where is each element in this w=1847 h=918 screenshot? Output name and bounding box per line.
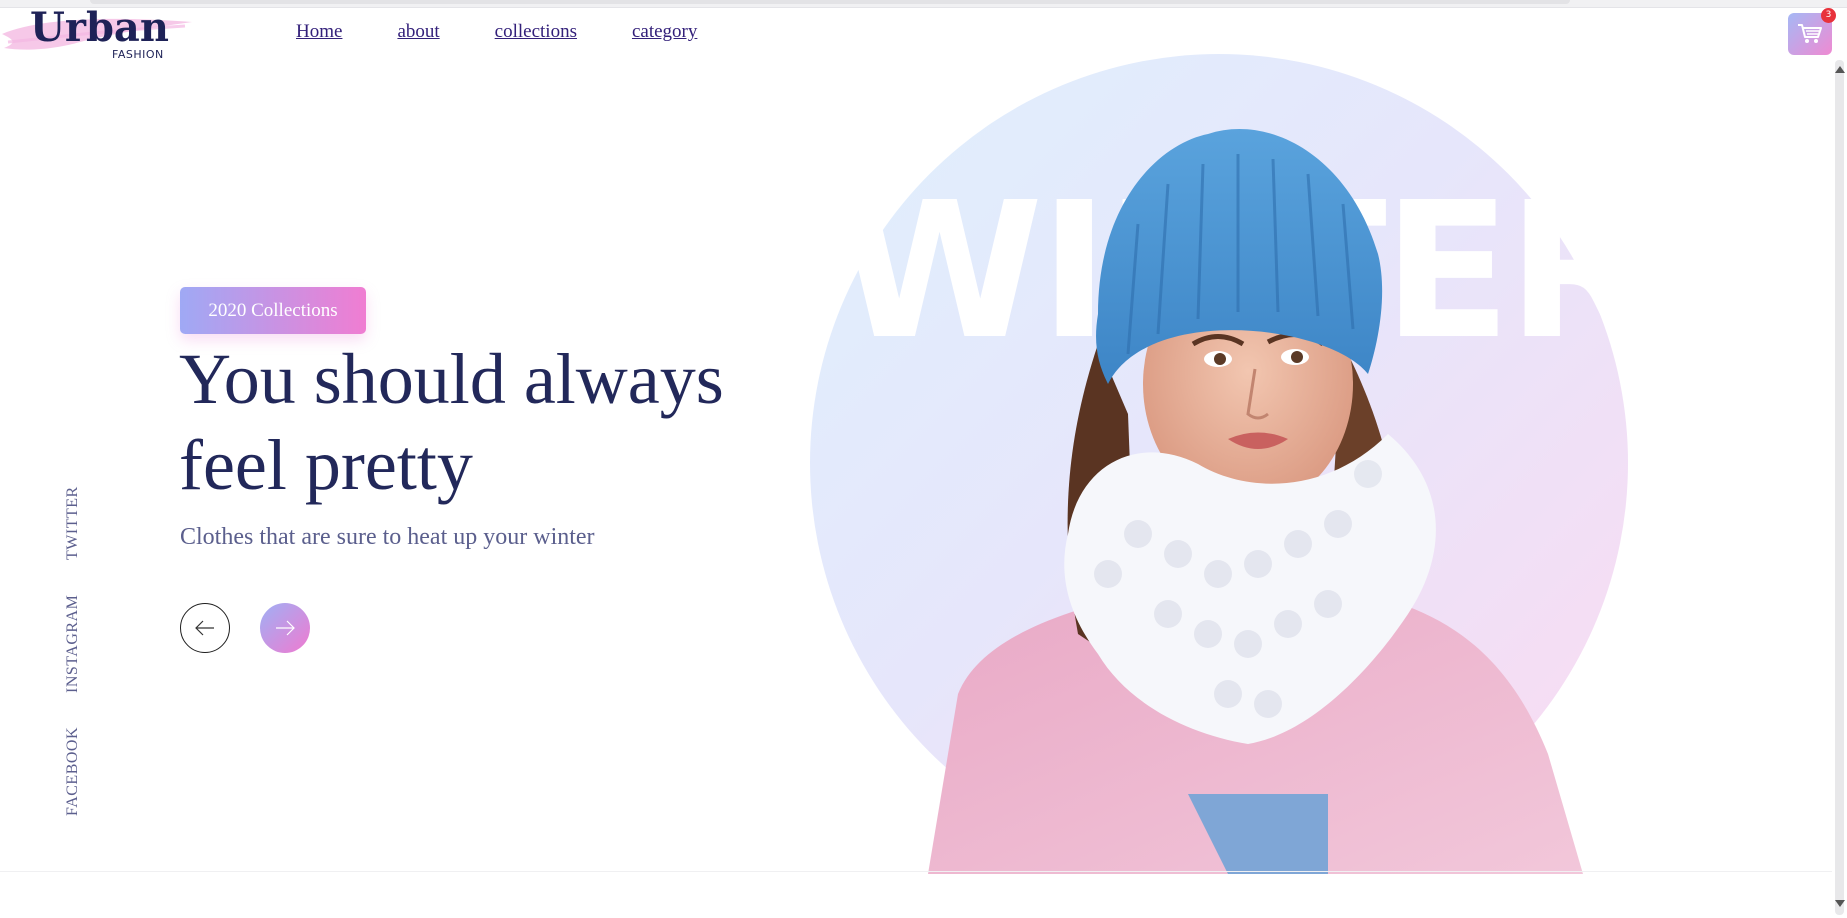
brand-logo[interactable]: Urban FASHION — [0, 4, 200, 66]
browser-top-strip — [0, 0, 1847, 8]
nav-link-collections[interactable]: collections — [495, 21, 577, 43]
social-link-facebook[interactable]: FACEBOOK — [64, 727, 88, 834]
brand-tagline: FASHION — [112, 48, 164, 61]
page-scrollbar[interactable] — [1832, 48, 1847, 918]
hero-subtitle: Clothes that are sure to heat up your wi… — [180, 524, 595, 550]
nav-link-category[interactable]: category — [632, 21, 697, 43]
social-link-instagram[interactable]: INSTAGRAM — [64, 595, 88, 711]
scroll-down-icon[interactable] — [1835, 900, 1845, 907]
shopping-cart-icon — [1798, 24, 1822, 43]
section-divider — [0, 871, 1832, 872]
instagram-label: INSTAGRAM — [64, 594, 81, 693]
nav-link-home[interactable]: Home — [296, 21, 342, 43]
hero-headline: You should always feel pretty — [179, 336, 799, 508]
cart-button[interactable]: 3 — [1788, 8, 1836, 55]
collection-tag[interactable]: 2020 Collections — [180, 287, 366, 334]
slider-prev-button[interactable] — [180, 603, 230, 653]
main-nav: Home about collections category — [296, 21, 752, 43]
hero-visual: WINTER — [808, 54, 1652, 874]
headline-line-1: You should always — [179, 339, 724, 419]
nav-link-about[interactable]: about — [397, 21, 439, 43]
top-strip-pill — [90, 0, 1570, 4]
arrow-left-icon — [195, 620, 214, 636]
cart-count-badge: 3 — [1821, 8, 1836, 23]
scroll-up-icon[interactable] — [1835, 66, 1845, 73]
model-photo — [928, 129, 1583, 874]
twitter-label: TWITTER — [64, 486, 81, 560]
social-link-twitter[interactable]: TWITTER — [64, 486, 88, 578]
facebook-label: FACEBOOK — [64, 726, 81, 816]
headline-line-2: feel pretty — [179, 425, 473, 505]
scrollbar-thumb[interactable] — [1835, 60, 1844, 915]
arrow-right-icon — [276, 620, 295, 636]
slider-next-button[interactable] — [260, 603, 310, 653]
brand-name: Urban — [30, 4, 169, 51]
